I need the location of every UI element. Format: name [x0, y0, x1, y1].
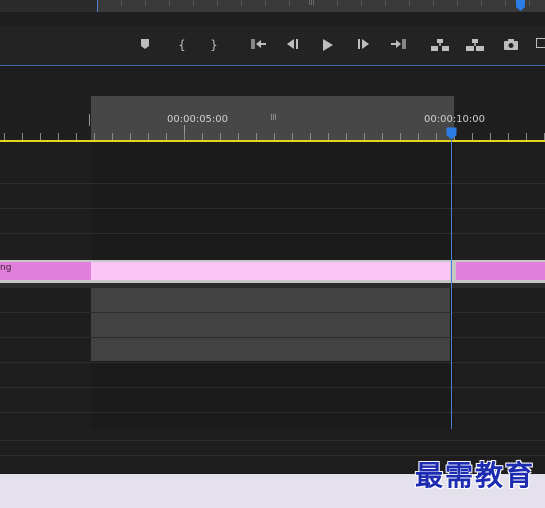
marker-icon	[141, 39, 149, 49]
step-forward-button[interactable]	[352, 33, 376, 57]
go-to-out-button[interactable]	[386, 33, 410, 57]
mini-ruler-grip[interactable]	[309, 0, 315, 5]
track-divider	[0, 412, 545, 413]
mark-out-button[interactable]: }	[202, 33, 226, 57]
camera-icon	[504, 39, 518, 50]
track-divider	[0, 362, 545, 363]
playhead-icon[interactable]	[446, 127, 457, 140]
track-divider	[0, 208, 545, 209]
clip-selected[interactable]	[91, 262, 450, 280]
step-back-icon	[287, 39, 298, 49]
play-button[interactable]	[316, 33, 340, 57]
go-to-in-button[interactable]	[247, 33, 271, 57]
track-divider	[0, 312, 545, 313]
clip-label: ng	[0, 263, 12, 273]
mark-out-icon: }	[210, 38, 218, 52]
step-back-button[interactable]	[281, 33, 305, 57]
video-clip[interactable]	[91, 338, 450, 361]
play-icon	[323, 39, 333, 51]
clip-left[interactable]	[0, 262, 91, 280]
track-divider	[0, 387, 545, 388]
playhead-line[interactable]	[451, 140, 452, 429]
track-divider	[0, 183, 545, 184]
step-forward-icon	[358, 39, 369, 49]
track-divider	[0, 455, 545, 456]
video-clip[interactable]	[91, 313, 450, 337]
work-area-grip[interactable]	[271, 114, 277, 120]
watermark: 最需教育	[415, 459, 536, 492]
mini-ruler-ticks	[97, 0, 545, 6]
video-clip[interactable]	[91, 288, 450, 312]
ruler-ticks	[0, 133, 545, 140]
timecode-label: 00:00:10:00	[424, 114, 486, 125]
go-to-in-icon	[251, 39, 266, 49]
track-divider	[0, 233, 545, 234]
extract-icon	[466, 39, 484, 51]
track-divider	[0, 337, 545, 338]
mark-in-icon: {	[178, 38, 186, 52]
mini-playhead-icon[interactable]	[515, 0, 526, 12]
track-divider	[0, 440, 545, 441]
work-area-start[interactable]	[89, 114, 93, 126]
overflow-icon[interactable]	[536, 38, 545, 48]
extract-button[interactable]	[463, 33, 487, 57]
lift-icon	[431, 39, 449, 51]
go-to-out-icon	[391, 39, 406, 49]
add-marker-button[interactable]	[133, 33, 157, 57]
mark-in-button[interactable]: {	[170, 33, 194, 57]
mini-ruler-in-point	[97, 0, 98, 12]
export-frame-button[interactable]	[499, 33, 523, 57]
lift-button[interactable]	[428, 33, 452, 57]
timecode-label: 00:00:05:00	[167, 114, 229, 125]
timeline-header-band	[0, 66, 545, 96]
clip-right[interactable]	[456, 262, 545, 280]
